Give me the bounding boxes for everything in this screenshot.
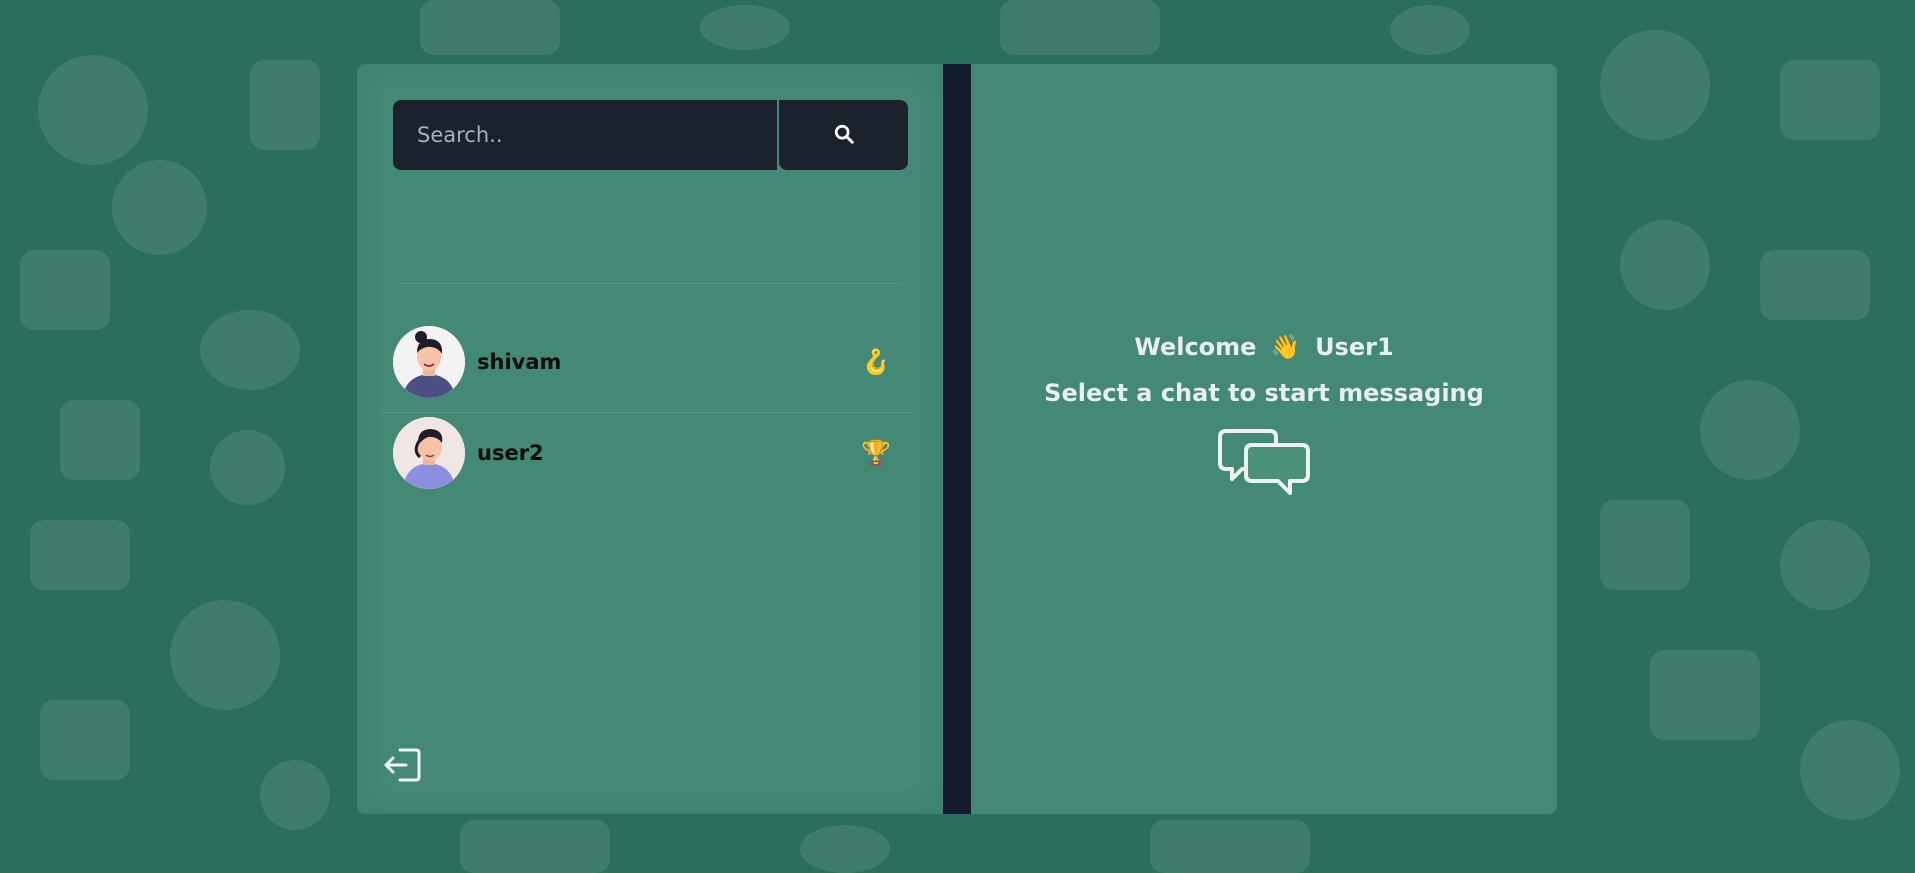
search-bar (393, 100, 908, 170)
search-button[interactable] (779, 100, 908, 170)
man-avatar-icon (393, 326, 465, 398)
user-name: shivam (477, 350, 562, 374)
user-list: shivam 🪝 user2 🏆 (381, 322, 911, 493)
welcome-username: User1 (1315, 333, 1394, 361)
user-item-shivam[interactable]: shivam 🪝 (381, 322, 911, 402)
welcome-greeting: Welcome (1134, 333, 1257, 361)
wave-emoji: 👋 (1270, 333, 1301, 361)
logout-icon (382, 747, 422, 787)
user-name: user2 (477, 441, 544, 465)
user-emoji: 🪝 (861, 348, 891, 376)
logout-button[interactable] (381, 746, 423, 788)
chat-bubbles-icon (1218, 425, 1310, 501)
person-avatar-icon (393, 417, 465, 489)
sidebar: shivam 🪝 user2 🏆 (357, 64, 943, 814)
divider-line (397, 283, 900, 284)
panel-divider (943, 64, 971, 814)
user-item-user2[interactable]: user2 🏆 (381, 412, 911, 493)
chat-app: shivam 🪝 user2 🏆 (357, 64, 1557, 814)
search-input[interactable] (393, 100, 777, 170)
chat-pane: Welcome 👋 User1 Select a chat to start m… (971, 64, 1557, 814)
select-chat-prompt: Select a chat to start messaging (1044, 379, 1484, 407)
welcome-message: Welcome 👋 User1 (1134, 333, 1393, 361)
search-icon (833, 123, 855, 148)
user-emoji: 🏆 (861, 439, 891, 467)
